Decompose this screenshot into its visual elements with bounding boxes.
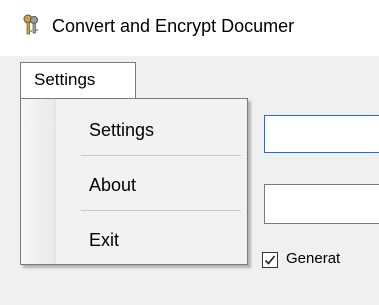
menu-item-about-label: About [89, 175, 137, 195]
menu-item-settings-label: Settings [89, 120, 155, 140]
text-input-1[interactable] [264, 115, 379, 153]
keys-icon [22, 14, 40, 36]
window-title: Convert and Encrypt Documer [52, 16, 295, 36]
title-bar: Convert and Encrypt Documer [0, 0, 379, 56]
menu-settings[interactable]: Settings [20, 62, 136, 99]
settings-dropdown-menu: Settings About Exit [20, 98, 248, 265]
generate-checkbox[interactable] [262, 252, 278, 268]
menu-separator [81, 155, 241, 156]
checkmark-icon [264, 255, 276, 265]
generate-checkbox-label: Generat [286, 250, 341, 267]
text-input-2[interactable] [264, 184, 379, 224]
menu-item-exit[interactable]: Exit [21, 222, 247, 258]
menu-item-about[interactable]: About [21, 167, 247, 203]
menu-separator [81, 210, 241, 211]
menu-item-exit-label: Exit [89, 230, 120, 250]
menu-item-settings[interactable]: Settings [21, 112, 247, 148]
